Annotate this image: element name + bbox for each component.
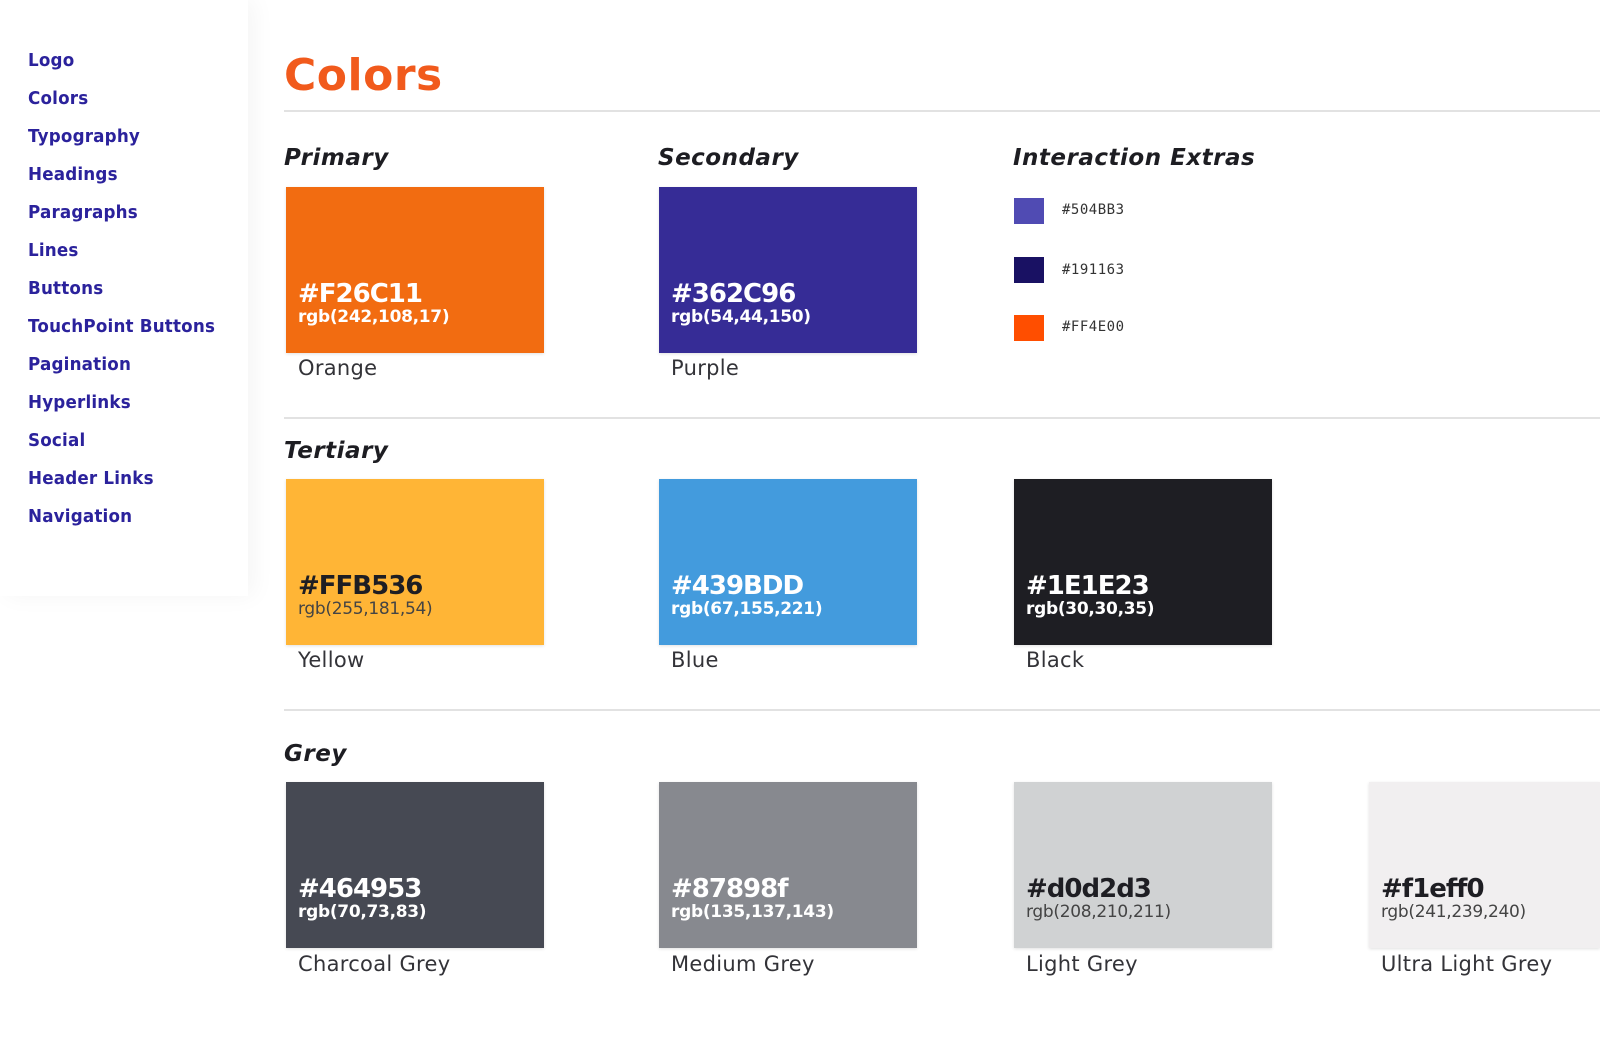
purple-name: Purple [671, 356, 740, 380]
charcoal-grey-name: Charcoal Grey [298, 952, 451, 976]
sidebar-link-paragraphs[interactable]: Paragraphs [28, 194, 138, 232]
light-grey-rgb: rgb(208,210,211) [1026, 902, 1171, 922]
sidebar-link-logo[interactable]: Logo [28, 42, 74, 80]
sidebar-item-logo: Logo [28, 42, 248, 80]
blue-swatch: #439BDD rgb(67,155,221) [659, 479, 917, 645]
sidebar-item-pagination: Pagination [28, 346, 248, 384]
charcoal-grey-hex: #464953 [298, 874, 422, 904]
charcoal-grey-swatch: #464953 rgb(70,73,83) [286, 782, 544, 948]
purple-hex: #362C96 [671, 279, 796, 309]
blue-name: Blue [671, 648, 719, 672]
medium-grey-hex: #87898f [671, 874, 789, 904]
black-name: Black [1026, 648, 1085, 672]
extra-chip-2 [1014, 257, 1044, 283]
medium-grey-swatch: #87898f rgb(135,137,143) [659, 782, 917, 948]
yellow-swatch: #FFB536 rgb(255,181,54) [286, 479, 544, 645]
purple-rgb: rgb(54,44,150) [671, 307, 811, 327]
sidebar-link-touchpoint-buttons[interactable]: TouchPoint Buttons [28, 308, 215, 346]
sidebar-item-headings: Headings [28, 156, 248, 194]
sidebar-link-headings[interactable]: Headings [28, 156, 118, 194]
interaction-extras-heading: Interaction Extras [1013, 145, 1256, 171]
orange-hex: #F26C11 [298, 279, 423, 309]
grey-heading: Grey [284, 741, 347, 767]
sidebar-link-navigation[interactable]: Navigation [28, 498, 132, 536]
ultra-light-grey-name: Ultra Light Grey [1381, 952, 1553, 976]
ultra-light-grey-rgb: rgb(241,239,240) [1381, 902, 1526, 922]
sidebar-link-header-links[interactable]: Header Links [28, 460, 154, 498]
extra-label-1: #504BB3 [1062, 202, 1125, 218]
ultra-light-grey-swatch: #f1eff0 rgb(241,239,240) [1369, 782, 1600, 948]
black-rgb: rgb(30,30,35) [1026, 599, 1155, 619]
sidebar-item-social: Social [28, 422, 248, 460]
medium-grey-rgb: rgb(135,137,143) [671, 902, 834, 922]
purple-swatch: #362C96 rgb(54,44,150) [659, 187, 917, 353]
sidebar-nav-list: Logo Colors Typography Headings Paragrap… [0, 0, 248, 536]
sidebar-link-typography[interactable]: Typography [28, 118, 140, 156]
section-divider-2 [284, 709, 1600, 711]
light-grey-hex: #d0d2d3 [1026, 874, 1152, 904]
sidebar-link-hyperlinks[interactable]: Hyperlinks [28, 384, 131, 422]
sidebar-link-buttons[interactable]: Buttons [28, 270, 103, 308]
secondary-heading: Secondary [658, 145, 799, 171]
sidebar: Logo Colors Typography Headings Paragrap… [0, 0, 248, 596]
black-hex: #1E1E23 [1026, 571, 1150, 601]
light-grey-swatch: #d0d2d3 rgb(208,210,211) [1014, 782, 1272, 948]
sidebar-link-lines[interactable]: Lines [28, 232, 79, 270]
extra-label-2: #191163 [1062, 262, 1125, 278]
orange-swatch: #F26C11 rgb(242,108,17) [286, 187, 544, 353]
primary-heading: Primary [284, 145, 389, 171]
yellow-name: Yellow [298, 648, 365, 672]
medium-grey-name: Medium Grey [671, 952, 815, 976]
sidebar-item-typography: Typography [28, 118, 248, 156]
title-divider [284, 110, 1600, 112]
sidebar-item-lines: Lines [28, 232, 248, 270]
sidebar-item-navigation: Navigation [28, 498, 248, 536]
orange-name: Orange [298, 356, 378, 380]
black-swatch: #1E1E23 rgb(30,30,35) [1014, 479, 1272, 645]
section-divider-1 [284, 417, 1600, 419]
yellow-rgb: rgb(255,181,54) [298, 599, 433, 619]
light-grey-name: Light Grey [1026, 952, 1138, 976]
extra-chip-3 [1014, 315, 1044, 341]
extra-label-3: #FF4E00 [1062, 319, 1125, 335]
sidebar-item-header-links: Header Links [28, 460, 248, 498]
ultra-light-grey-hex: #f1eff0 [1381, 874, 1485, 904]
sidebar-link-social[interactable]: Social [28, 422, 85, 460]
extra-chip-1 [1014, 198, 1044, 224]
sidebar-item-buttons: Buttons [28, 270, 248, 308]
tertiary-heading: Tertiary [284, 438, 389, 464]
blue-hex: #439BDD [671, 571, 804, 601]
sidebar-link-colors[interactable]: Colors [28, 80, 88, 118]
orange-rgb: rgb(242,108,17) [298, 307, 450, 327]
sidebar-item-paragraphs: Paragraphs [28, 194, 248, 232]
sidebar-link-pagination[interactable]: Pagination [28, 346, 131, 384]
sidebar-item-hyperlinks: Hyperlinks [28, 384, 248, 422]
sidebar-item-colors: Colors [28, 80, 248, 118]
page-title: Colors [284, 50, 443, 101]
blue-rgb: rgb(67,155,221) [671, 599, 823, 619]
yellow-hex: #FFB536 [298, 571, 423, 601]
charcoal-grey-rgb: rgb(70,73,83) [298, 902, 427, 922]
sidebar-item-touchpoint-buttons: TouchPoint Buttons [28, 308, 248, 346]
